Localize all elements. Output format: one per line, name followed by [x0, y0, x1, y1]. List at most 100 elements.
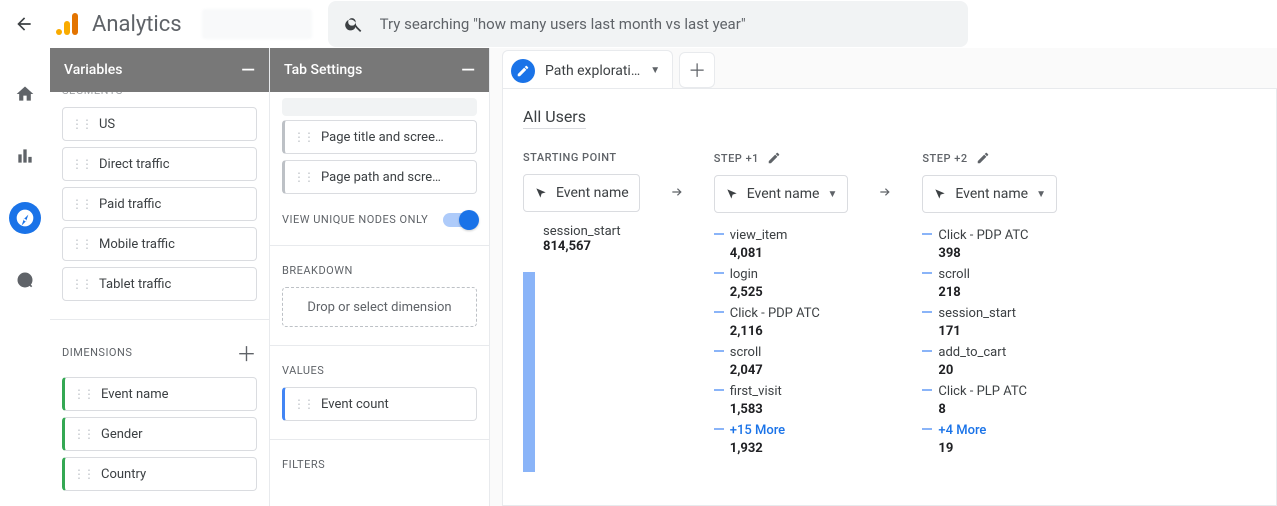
- chip-label: Country: [101, 467, 146, 482]
- analytics-logo-icon: [52, 9, 82, 39]
- collapse-icon[interactable]: —: [461, 60, 475, 81]
- segment-chip[interactable]: ⋮⋮Tablet traffic: [62, 267, 257, 301]
- node-type-chip[interactable]: ⋮⋮Page path and scre…: [282, 160, 477, 194]
- start-node-name: session_start: [543, 224, 621, 239]
- step-1-column: STEP +1 Event name ▼ view_item4,081login…: [714, 151, 849, 460]
- edit-icon: [511, 59, 535, 83]
- chip-label: Direct traffic: [99, 157, 170, 172]
- back-button[interactable]: [8, 8, 40, 40]
- variables-panel-header: Variables —: [50, 48, 269, 92]
- dimension-chip[interactable]: ⋮⋮Event name: [62, 377, 257, 411]
- node-name: Click - PDP ATC: [938, 227, 1057, 245]
- step-2-text: STEP +2: [922, 152, 967, 165]
- node-name: login: [730, 266, 849, 284]
- step-1-selector[interactable]: Event name ▼: [714, 175, 849, 213]
- path-node[interactable]: session_start171: [922, 303, 1057, 342]
- node-name: session_start: [938, 305, 1057, 323]
- add-tab-button[interactable]: ＋: [679, 52, 715, 88]
- tab-settings-body: ⋮⋮Page title and scree… ⋮⋮Page path and s…: [270, 92, 489, 506]
- step-1-node-list: view_item4,081login2,525Click - PDP ATC2…: [714, 225, 849, 460]
- canvas-area: Path explorati… ▼ ＋ All Users STARTING P…: [490, 48, 1277, 506]
- step-1-label: STEP +1: [714, 151, 849, 165]
- app-header: Analytics: [0, 0, 1277, 48]
- nav-explore[interactable]: [9, 202, 41, 234]
- node-name: view_item: [730, 227, 849, 245]
- cursor-icon: [933, 187, 947, 201]
- step-arrow-icon: [878, 185, 892, 199]
- values-heading: VALUES: [282, 364, 477, 377]
- segment-chip[interactable]: ⋮⋮Paid traffic: [62, 187, 257, 221]
- dimension-chip[interactable]: ⋮⋮Gender: [62, 417, 257, 451]
- node-name: add_to_cart: [938, 344, 1057, 362]
- tab-settings-title: Tab Settings: [284, 62, 362, 78]
- segment-chip[interactable]: ⋮⋮Mobile traffic: [62, 227, 257, 261]
- add-dimension-button[interactable]: ＋: [237, 338, 258, 367]
- dimension-chip[interactable]: ⋮⋮Country: [62, 457, 257, 491]
- path-diagram: STARTING POINT Event name session_start …: [523, 151, 1256, 472]
- node-type-chip[interactable]: ⋮⋮Page title and scree…: [282, 120, 477, 154]
- path-node[interactable]: +4 More19: [922, 420, 1057, 459]
- segment-chip[interactable]: ⋮⋮ US: [62, 107, 257, 141]
- chevron-down-icon[interactable]: ▼: [650, 65, 660, 76]
- step-2-selector[interactable]: Event name ▼: [922, 175, 1057, 213]
- node-count: 171: [938, 323, 1057, 341]
- cursor-icon: [725, 187, 739, 201]
- chip-label: Gender: [101, 427, 143, 442]
- chevron-down-icon: ▼: [1036, 189, 1046, 200]
- drag-handle-icon: ⋮⋮: [293, 130, 313, 144]
- unique-nodes-toggle[interactable]: [443, 213, 477, 227]
- step-arrow-icon: [670, 185, 684, 199]
- drag-handle-icon: ⋮⋮: [293, 397, 313, 411]
- path-node[interactable]: add_to_cart20: [922, 342, 1057, 381]
- path-node[interactable]: login2,525: [714, 264, 849, 303]
- drag-handle-icon: ⋮⋮: [71, 277, 91, 291]
- path-node[interactable]: Click - PDP ATC398: [922, 225, 1057, 264]
- nav-home[interactable]: [9, 78, 41, 110]
- brand-text: Analytics: [92, 12, 182, 37]
- chip-label: Paid traffic: [99, 197, 161, 212]
- variables-panel: Variables — SEGMENTS ⋮⋮US⋮⋮Direct traffi…: [50, 48, 270, 506]
- path-node[interactable]: scroll218: [922, 264, 1057, 303]
- value-chip[interactable]: ⋮⋮ Event count: [282, 387, 477, 421]
- node-name: Click - PDP ATC: [730, 305, 849, 323]
- chevron-down-icon: ▼: [827, 189, 837, 200]
- tab-bar: Path explorati… ▼ ＋: [502, 48, 1277, 88]
- property-selector[interactable]: [202, 9, 312, 39]
- arrow-left-icon: [14, 14, 34, 34]
- chip-label: US: [99, 117, 115, 132]
- pencil-icon[interactable]: [767, 151, 781, 165]
- start-node[interactable]: session_start 814,567: [543, 224, 621, 472]
- step-1-text: STEP +1: [714, 152, 759, 165]
- starting-node-selector[interactable]: Event name: [523, 174, 640, 212]
- breakdown-dropzone[interactable]: Drop or select dimension: [282, 287, 477, 327]
- selector-label: Event name: [747, 186, 820, 202]
- search-icon: [344, 14, 364, 34]
- node-count: 218: [938, 284, 1057, 302]
- segment-title[interactable]: All Users: [523, 107, 586, 129]
- nav-reports[interactable]: [9, 140, 41, 172]
- exploration-tab[interactable]: Path explorati… ▼: [502, 50, 673, 90]
- node-type-chip[interactable]: [282, 98, 477, 116]
- path-node[interactable]: +15 More1,932: [714, 420, 849, 459]
- starting-point-label: STARTING POINT: [523, 151, 640, 164]
- search-box[interactable]: [328, 1, 968, 47]
- app-body: Variables — SEGMENTS ⋮⋮US⋮⋮Direct traffi…: [0, 48, 1277, 506]
- path-node[interactable]: Click - PLP ATC8: [922, 381, 1057, 420]
- tab-settings-header: Tab Settings —: [270, 48, 489, 92]
- collapse-icon[interactable]: —: [241, 60, 255, 81]
- node-name: first_visit: [730, 383, 849, 401]
- pencil-icon[interactable]: [976, 151, 990, 165]
- path-node[interactable]: Click - PDP ATC2,116: [714, 303, 849, 342]
- search-input[interactable]: [380, 15, 952, 33]
- segment-chip[interactable]: ⋮⋮Direct traffic: [62, 147, 257, 181]
- chip-label: Event name: [101, 387, 169, 402]
- segments-heading: SEGMENTS: [62, 92, 257, 97]
- step-2-label: STEP +2: [922, 151, 1057, 165]
- drag-handle-icon: ⋮⋮: [71, 117, 91, 131]
- node-name: +4 More: [938, 422, 1057, 440]
- search-wrap: [328, 1, 968, 47]
- path-node[interactable]: scroll2,047: [714, 342, 849, 381]
- path-node[interactable]: view_item4,081: [714, 225, 849, 264]
- path-node[interactable]: first_visit1,583: [714, 381, 849, 420]
- nav-advertising[interactable]: [9, 264, 41, 296]
